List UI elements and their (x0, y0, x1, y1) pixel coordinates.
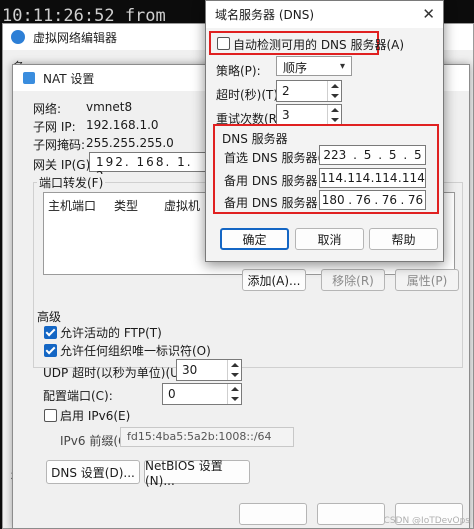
auto-detect-checkbox[interactable] (217, 37, 230, 50)
ipv6-prefix-input[interactable]: fd15:4ba5:5a2b:1008::/64 (120, 427, 294, 447)
spinner-arrows-icon[interactable] (327, 105, 341, 125)
gateway-octet: 1 (177, 155, 187, 169)
config-port-label: 配置端口(C): (43, 389, 113, 403)
cancel-button[interactable]: 取消 (295, 228, 364, 250)
udp-timeout-spinner[interactable]: 30 (176, 359, 242, 381)
enable-ipv6-label[interactable]: 启用 IPv6(E) (60, 407, 130, 424)
gateway-label: 网关 IP(G): (33, 158, 95, 172)
subnet-mask-value: 255.255.255.0 (86, 136, 174, 150)
subnet-ip-label: 子网 IP: (33, 120, 76, 134)
ip-octet: 76 (355, 193, 371, 207)
dns-titlebar[interactable]: 域名服务器 (DNS) ✕ (206, 1, 443, 28)
allow-org-id-checkbox[interactable] (44, 344, 57, 357)
help-button[interactable]: 帮助 (369, 228, 438, 250)
ip-octet: 76 (407, 193, 424, 207)
ip-octet: 5 (413, 148, 422, 162)
nat-ok-button[interactable] (239, 503, 307, 525)
ok-button[interactable]: 确定 (220, 228, 289, 250)
alt1-dns-input[interactable]: 114. 114. 114. 114 (319, 168, 426, 188)
allow-ftp-label[interactable]: 允许活动的 FTP(T) (60, 324, 162, 341)
timeout-spinner[interactable]: 2 (276, 80, 342, 102)
properties-button[interactable]: 属性(P) (395, 269, 459, 291)
config-port-value: 0 (168, 387, 176, 401)
ip-octet: 223 (323, 148, 347, 162)
policy-label: 策略(P): (216, 64, 261, 78)
spinner-arrows-icon[interactable] (227, 384, 241, 404)
allow-org-id-label[interactable]: 允许任何组织唯一标识符(O) (60, 342, 211, 359)
ip-octet: 114 (401, 171, 425, 185)
subnet-mask-label: 子网掩码: (33, 138, 86, 152)
nat-title: NAT 设置 (43, 71, 95, 86)
timeout-value: 2 (282, 84, 290, 98)
gateway-octet: 168 (136, 155, 166, 169)
ip-octet: 114 (320, 171, 344, 185)
enable-ipv6-checkbox[interactable] (44, 409, 57, 422)
close-icon[interactable]: ✕ (422, 5, 435, 23)
retries-spinner[interactable]: 3 (276, 104, 342, 126)
watermark: CSDN @IoTDevOps (383, 516, 470, 526)
alt2-dns-input[interactable]: 180. 76. 76. 76 (319, 190, 426, 210)
config-port-spinner[interactable]: 0 (162, 383, 242, 405)
ip-octet: 5 (388, 148, 397, 162)
ip-octet: 114 (347, 171, 371, 185)
auto-detect-label[interactable]: 自动检测可用的 DNS 服务器(A) (233, 36, 404, 53)
ip-octet: 5 (363, 148, 372, 162)
subnet-ip-value: 192.168.1.0 (86, 118, 159, 132)
col-type[interactable]: 类型 (114, 197, 138, 214)
port-forward-label: 端口转发(F) (37, 174, 106, 191)
spinner-arrows-icon[interactable] (227, 360, 241, 380)
advanced-label: 高级 (37, 310, 62, 324)
alt2-dns-label: 备用 DNS 服务器 2: (224, 196, 333, 210)
network-globe-icon (11, 30, 25, 44)
network-value: vmnet8 (86, 100, 133, 114)
vne-title: 虚拟网络编辑器 (33, 30, 118, 45)
dns-title: 域名服务器 (DNS) (215, 8, 315, 22)
col-host-port[interactable]: 主机端口 (48, 197, 96, 214)
dns-servers-label: DNS 服务器 (222, 132, 288, 146)
dns-dialog: 域名服务器 (DNS) ✕ 自动检测可用的 DNS 服务器(A) 策略(P): … (205, 0, 444, 262)
policy-select[interactable]: 顺序 ▾ (276, 56, 352, 76)
ip-octet: 76 (381, 193, 398, 207)
policy-value: 顺序 (283, 61, 308, 75)
nat-window-icon (23, 72, 35, 84)
gateway-octet: 192 (96, 155, 125, 169)
spinner-arrows-icon[interactable] (327, 81, 341, 101)
udp-timeout-value: 30 (182, 363, 198, 377)
add-button[interactable]: 添加(A)... (242, 269, 306, 291)
udp-timeout-label: UDP 超时(以秒为单位)(U): (43, 366, 188, 380)
retries-value: 3 (282, 108, 290, 122)
network-label: 网络: (33, 102, 62, 116)
chevron-down-icon: ▾ (339, 61, 345, 72)
ip-octet: 180 (321, 193, 345, 207)
allow-ftp-checkbox[interactable] (44, 326, 57, 339)
alt1-dns-label: 备用 DNS 服务器 1: (224, 174, 333, 188)
primary-dns-input[interactable]: 223. 5. 5. 5 (319, 145, 426, 165)
ip-octet: 114 (374, 171, 398, 185)
nat-cancel-button[interactable] (317, 503, 385, 525)
remove-button[interactable]: 移除(R) (321, 269, 385, 291)
netbios-settings-button[interactable]: NetBIOS 设置(N)... (144, 459, 250, 488)
dns-settings-button[interactable]: DNS 设置(D)... (46, 460, 140, 484)
timeout-label: 超时(秒)(T): (216, 88, 283, 102)
gateway-ip-input[interactable]: 192. 168. 1. 2 (89, 152, 207, 183)
